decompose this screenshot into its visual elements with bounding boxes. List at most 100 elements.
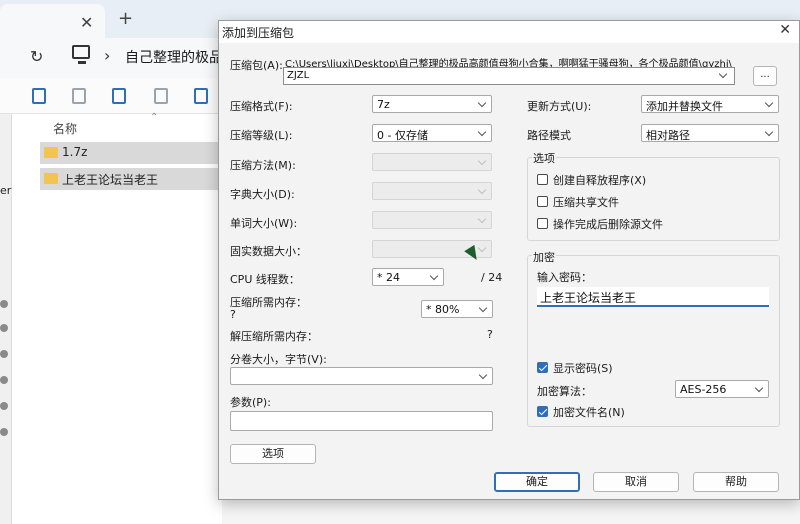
this-pc-icon[interactable] — [72, 45, 90, 64]
encrypt-names-label[interactable]: 加密文件名(N) — [553, 404, 625, 420]
cancel-button[interactable]: 取消 — [593, 472, 679, 492]
password-label: 输入密码： — [537, 271, 592, 284]
close-tab-icon[interactable]: ✕ — [80, 13, 93, 32]
archive-name-input[interactable]: ZJZL — [283, 67, 735, 85]
file-row[interactable]: 上老王论坛当老王 — [40, 168, 220, 190]
format-value: 7z — [377, 98, 390, 111]
chevron-down-icon — [478, 128, 488, 138]
sfx-checkbox[interactable] — [537, 174, 548, 185]
method-select[interactable] — [372, 153, 492, 171]
folder-icon — [44, 147, 58, 158]
sort-arrow-icon: ⌃ — [150, 112, 159, 123]
archive-history-dropdown[interactable] — [718, 67, 732, 85]
update-value: 添加并替换文件 — [646, 100, 723, 113]
chevron-down-icon — [430, 272, 440, 282]
split-label: 分卷大小，字节(V): — [230, 353, 327, 366]
update-label: 更新方式(U): — [527, 100, 592, 113]
chevron-down-icon — [479, 304, 489, 314]
chevron-down-icon — [765, 99, 775, 109]
close-icon[interactable]: ✕ — [779, 22, 791, 38]
breadcrumb[interactable]: 自己整理的极品高 — [125, 47, 220, 67]
decomp-label: 解压缩所需内存： — [230, 330, 318, 343]
ok-button[interactable]: 确定 — [494, 472, 580, 492]
chevron-down-icon — [765, 128, 775, 138]
explorer-sidebar — [0, 114, 12, 524]
pin-icon — [0, 350, 8, 358]
file-row[interactable]: 1.7z — [40, 142, 220, 164]
params-input[interactable] — [230, 411, 493, 431]
paste-icon[interactable] — [72, 88, 86, 104]
delete-icon[interactable] — [194, 88, 208, 104]
mem-question: ? — [230, 308, 236, 321]
cpu-label: CPU 线程数： — [230, 273, 300, 286]
sidebar-item-label: er — [0, 184, 12, 197]
share-icon[interactable] — [154, 88, 168, 104]
mem-value: * 80% — [426, 303, 460, 316]
cpu-total: / 24 — [481, 271, 503, 284]
encryption-group-title: 加密 — [532, 249, 556, 265]
chevron-down-icon — [478, 99, 488, 109]
level-select[interactable]: 0 - 仅存储 — [372, 124, 492, 142]
file-name: 上老王论坛当老王 — [62, 173, 159, 187]
dict-select[interactable] — [372, 182, 492, 200]
column-header-name[interactable]: 名称 — [53, 120, 77, 137]
format-select[interactable]: 7z — [372, 95, 492, 113]
level-label: 压缩等级(L): — [230, 129, 293, 142]
format-label: 压缩格式(F): — [230, 100, 293, 113]
delete-checkbox[interactable] — [537, 218, 548, 229]
pin-icon — [0, 428, 8, 436]
password-value: 上老王论坛当老王 — [540, 291, 637, 305]
pin-icon — [0, 300, 8, 308]
add-to-archive-dialog: 添加到压缩包 ✕ 压缩包(A): C:\Users\liuxi\Desktop\… — [218, 20, 800, 500]
chevron-down-icon — [478, 215, 488, 225]
dialog-title: 添加到压缩包 — [222, 26, 295, 40]
path-mode-label: 路径模式 — [527, 129, 571, 142]
dialog-titlebar: 添加到压缩包 ✕ — [219, 21, 799, 43]
chevron-down-icon — [478, 157, 488, 167]
chevron-down-icon — [479, 371, 489, 381]
update-select[interactable]: 添加并替换文件 — [641, 95, 779, 113]
algorithm-value: AES-256 — [680, 383, 727, 396]
refresh-icon[interactable]: ↻ — [30, 47, 43, 66]
algorithm-select[interactable]: AES-256 — [675, 380, 769, 398]
copy-icon[interactable] — [32, 88, 46, 104]
solid-label: 固实数据大小： — [230, 245, 307, 258]
options-group-title: 选项 — [532, 150, 556, 166]
pin-icon — [0, 376, 8, 384]
decomp-value: ? — [487, 328, 493, 341]
cpu-value: * 24 — [377, 271, 400, 284]
new-tab-icon[interactable]: + — [118, 8, 133, 29]
chevron-down-icon — [478, 186, 488, 196]
archive-label: 压缩包(A): — [230, 59, 283, 72]
level-value: 0 - 仅存储 — [377, 129, 428, 142]
sfx-label[interactable]: 创建自释放程序(X) — [553, 172, 646, 188]
chevron-down-icon — [755, 384, 765, 394]
mem-label: 压缩所需内存： — [230, 296, 307, 309]
delete-label[interactable]: 操作完成后删除源文件 — [553, 216, 663, 232]
dict-label: 字典大小(D): — [230, 188, 295, 201]
chevron-right-icon[interactable]: › — [104, 46, 110, 65]
word-select[interactable] — [372, 211, 492, 229]
method-label: 压缩方法(M): — [230, 159, 296, 172]
explorer-tab[interactable]: ✕ — [0, 4, 105, 38]
help-button[interactable]: 帮助 — [693, 472, 779, 492]
path-mode-value: 相对路径 — [646, 129, 690, 142]
params-label: 参数(P): — [230, 396, 271, 409]
cpu-select[interactable]: * 24 — [372, 268, 444, 286]
word-label: 单词大小(W): — [230, 217, 298, 230]
encrypt-names-checkbox[interactable] — [537, 406, 548, 417]
rename-icon[interactable] — [112, 88, 126, 104]
shared-checkbox[interactable] — [537, 196, 548, 207]
show-password-label[interactable]: 显示密码(S) — [553, 360, 613, 376]
split-select[interactable] — [230, 367, 493, 385]
options-button[interactable]: 选项 — [230, 444, 316, 464]
shared-label[interactable]: 压缩共享文件 — [553, 194, 619, 210]
show-password-checkbox[interactable] — [537, 362, 548, 373]
mem-select[interactable]: * 80% — [421, 300, 493, 318]
pin-icon — [0, 402, 8, 410]
path-mode-select[interactable]: 相对路径 — [641, 124, 779, 142]
password-input[interactable]: 上老王论坛当老王 — [537, 287, 769, 307]
browse-button[interactable]: ... — [753, 66, 777, 86]
pin-icon — [0, 324, 8, 332]
file-name: 1.7z — [62, 145, 88, 159]
